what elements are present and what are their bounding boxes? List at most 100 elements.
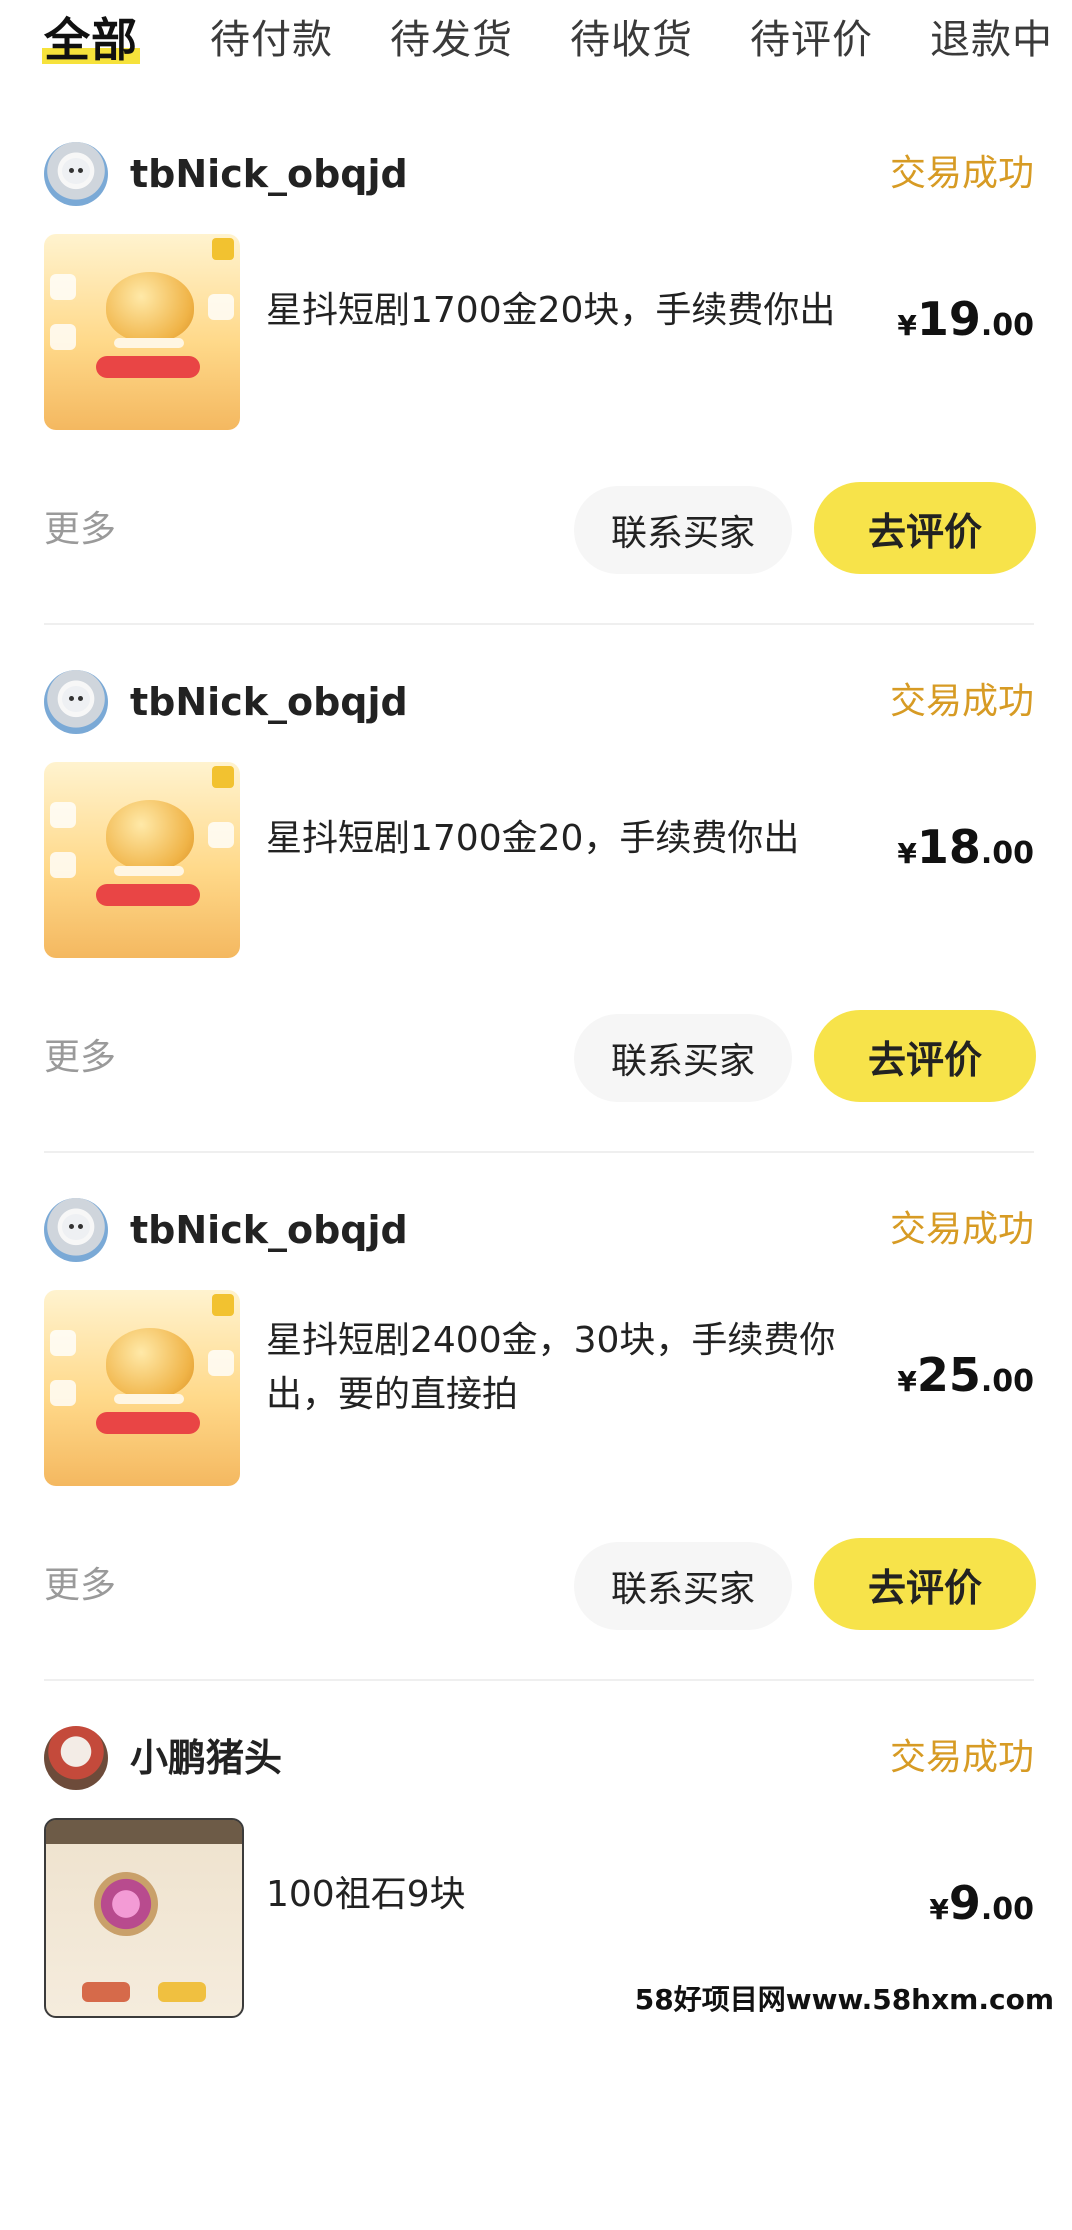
item-title[interactable]: 星抖短剧1700金20块，手续费你出 <box>266 284 866 338</box>
seller-name[interactable]: tbNick_obqjd <box>130 674 408 730</box>
tab-label: 待付款 <box>210 17 333 63</box>
contact-buyer-button[interactable]: 联系买家 <box>574 1542 792 1630</box>
trophy-icon <box>212 1294 234 1316</box>
side-icon <box>50 852 76 878</box>
price-integer: 25 <box>916 1348 981 1402</box>
review-button[interactable]: 去评价 <box>814 1538 1036 1630</box>
avatar-face <box>62 158 90 184</box>
price-integer: 19 <box>916 292 981 346</box>
tab-pending-receipt[interactable]: 待收货 <box>570 12 693 68</box>
side-icon <box>50 1330 76 1356</box>
order-card[interactable]: tbNick_obqjd 交易成功 星抖短剧1700金20，手续费你出 ¥18.… <box>0 646 1072 1174</box>
avatar-eye <box>69 696 74 701</box>
avatar-eye <box>78 1224 83 1229</box>
thumb-bar <box>114 338 184 348</box>
thumb-bar <box>114 866 184 876</box>
tab-pending-payment[interactable]: 待付款 <box>210 12 333 68</box>
price-currency: ¥ <box>897 309 917 342</box>
avatar[interactable] <box>44 670 108 734</box>
price-currency: ¥ <box>897 837 917 870</box>
price-decimal: .00 <box>980 1892 1034 1927</box>
tab-label: 待收货 <box>570 17 693 63</box>
price-integer: 18 <box>916 820 981 874</box>
order-card[interactable]: tbNick_obqjd 交易成功 星抖短剧1700金20块，手续费你出 ¥19… <box>0 118 1072 646</box>
order-card[interactable]: tbNick_obqjd 交易成功 星抖短剧2400金，30块，手续费你出，要的… <box>0 1174 1072 1702</box>
avatar-eye <box>78 168 83 173</box>
piggy-bank-icon <box>106 272 194 342</box>
product-thumbnail[interactable] <box>44 762 240 958</box>
more-link[interactable]: 更多 <box>44 1558 116 1614</box>
tab-refunding[interactable]: 退款中 <box>930 12 1053 68</box>
price-integer: 9 <box>948 1876 981 1930</box>
thumb-button <box>82 1982 130 2002</box>
piggy-bank-icon <box>106 800 194 870</box>
price-currency: ¥ <box>929 1893 949 1926</box>
seller-name[interactable]: 小鹏猪头 <box>130 1730 282 1786</box>
product-thumbnail[interactable] <box>44 234 240 430</box>
product-thumbnail[interactable] <box>44 1818 244 2018</box>
order-status: 交易成功 <box>889 681 1034 722</box>
review-button[interactable]: 去评价 <box>814 482 1036 574</box>
tab-label: 待评价 <box>750 17 873 63</box>
item-price: ¥25.00 <box>897 1350 1034 1411</box>
price-currency: ¥ <box>897 1365 917 1398</box>
avatar[interactable] <box>44 1198 108 1262</box>
tab-pending-review[interactable]: 待评价 <box>750 12 873 68</box>
tab-label: 退款中 <box>930 17 1053 63</box>
more-link[interactable]: 更多 <box>44 502 116 558</box>
avatar[interactable] <box>44 142 108 206</box>
item-title[interactable]: 100祖石9块 <box>266 1868 866 1922</box>
divider <box>44 623 1034 625</box>
thumb-button <box>96 356 200 378</box>
piggy-bank-icon <box>106 1328 194 1398</box>
item-title[interactable]: 星抖短剧2400金，30块，手续费你出，要的直接拍 <box>266 1314 866 1422</box>
order-status: 交易成功 <box>889 153 1034 194</box>
avatar-eye <box>69 168 74 173</box>
avatar-eye <box>69 1224 74 1229</box>
avatar-face <box>62 1214 90 1240</box>
contact-buyer-button[interactable]: 联系买家 <box>574 486 792 574</box>
divider <box>44 1151 1034 1153</box>
thumb-bar <box>114 1394 184 1404</box>
more-link[interactable]: 更多 <box>44 1030 116 1086</box>
order-status: 交易成功 <box>889 1209 1034 1250</box>
item-price: ¥19.00 <box>897 294 1034 355</box>
side-icon <box>50 802 76 828</box>
price-decimal: .00 <box>980 308 1034 343</box>
seller-name[interactable]: tbNick_obqjd <box>130 1202 408 1258</box>
side-icon <box>50 274 76 300</box>
side-icon <box>208 294 234 320</box>
price-decimal: .00 <box>980 1364 1034 1399</box>
thumb-header <box>46 1820 242 1844</box>
contact-buyer-button[interactable]: 联系买家 <box>574 1014 792 1102</box>
trophy-icon <box>212 238 234 260</box>
review-button[interactable]: 去评价 <box>814 1010 1036 1102</box>
side-icon <box>50 324 76 350</box>
thumb-button <box>96 884 200 906</box>
item-price: ¥18.00 <box>897 822 1034 883</box>
side-icon <box>208 822 234 848</box>
tab-pending-shipment[interactable]: 待发货 <box>390 12 513 68</box>
side-icon <box>208 1350 234 1376</box>
price-decimal: .00 <box>980 836 1034 871</box>
item-title[interactable]: 星抖短剧1700金20，手续费你出 <box>266 812 866 866</box>
tab-label: 待发货 <box>390 17 513 63</box>
gem-icon <box>94 1872 158 1936</box>
avatar-face <box>62 686 90 712</box>
item-price: ¥9.00 <box>929 1878 1034 1939</box>
tab-label: 全部 <box>44 13 138 67</box>
side-icon <box>50 1380 76 1406</box>
thumb-button <box>158 1982 206 2002</box>
order-status: 交易成功 <box>889 1737 1034 1778</box>
order-tabs: 全部 待付款 待发货 待收货 待评价 退款中 <box>0 0 1072 90</box>
seller-name[interactable]: tbNick_obqjd <box>130 146 408 202</box>
order-card[interactable]: 小鹏猪头 交易成功 100祖石9块 ¥9.00 <box>0 1702 1072 2230</box>
trophy-icon <box>212 766 234 788</box>
avatar-eye <box>78 696 83 701</box>
watermark: 58好项目网www.58hxm.com <box>630 1980 1058 2020</box>
divider <box>44 1679 1034 1681</box>
product-thumbnail[interactable] <box>44 1290 240 1486</box>
tab-all[interactable]: 全部 <box>42 12 140 68</box>
avatar[interactable] <box>44 1726 108 1790</box>
thumb-button <box>96 1412 200 1434</box>
